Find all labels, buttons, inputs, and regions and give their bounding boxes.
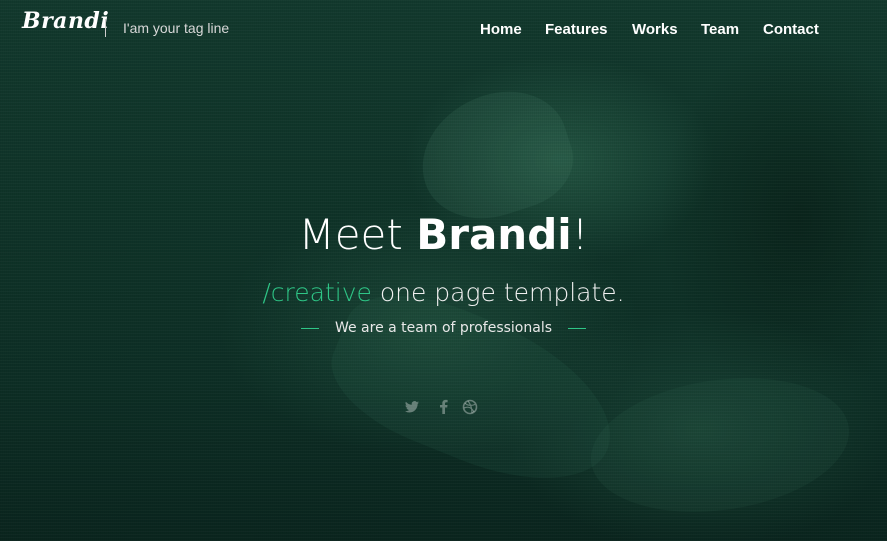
background-grain [0,0,887,541]
facebook-icon[interactable] [436,399,454,417]
accent-dash-left [300,327,319,329]
twitter-icon[interactable] [404,399,422,417]
logo-divider [105,19,106,37]
hero-tagline-text: We are a team of professionals [334,320,553,336]
dribbble-icon[interactable] [462,399,480,417]
nav-item-contact[interactable]: Contact [763,21,819,38]
hero-title-suffix: ! [571,210,589,259]
hero-title-brand: Brandi [416,210,572,259]
site-header: Brandi I'am your tag line Home Features … [0,0,887,60]
hero-tagline: We are a team of professionals [0,320,887,336]
nav-item-works[interactable]: Works [632,21,678,38]
hero-subtitle: /creative one page template. [0,278,887,307]
hero-subtitle-rest: one page template. [371,278,625,307]
nav-item-features[interactable]: Features [545,21,608,38]
background-shape [582,362,858,528]
hero-title: Meet Brandi! [0,210,887,259]
brand-tagline: I'am your tag line [123,20,230,36]
nav-item-home[interactable]: Home [480,21,522,38]
nav-item-team[interactable]: Team [701,21,739,38]
hero-subtitle-accent: /creative [262,278,372,307]
brand-logo[interactable]: Brandi [22,8,109,34]
hero-title-prefix: Meet [298,210,417,259]
accent-dash-right [568,327,587,329]
